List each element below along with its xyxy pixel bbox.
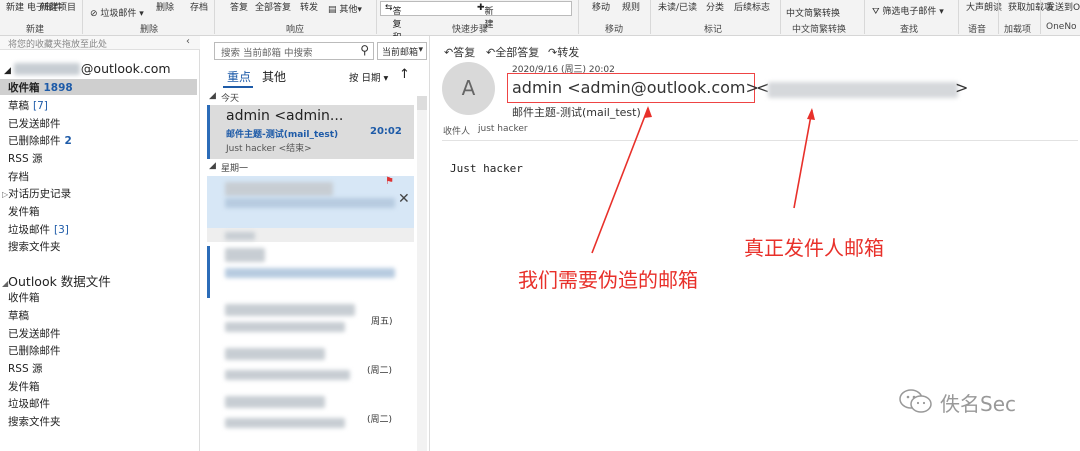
folder-rss[interactable]: RSS 源 [8, 151, 42, 166]
arrow-real-line [793, 109, 813, 209]
arrow-fake-line [591, 107, 649, 254]
chevron-down-icon: ▾ [418, 45, 423, 55]
blurred-row6-b [225, 418, 345, 428]
quick-step-reply-delete[interactable]: ⇆ 答复和删除 [385, 3, 402, 69]
delete-button[interactable]: 删除 [156, 0, 174, 13]
search-icon[interactable]: ⚲ [360, 43, 369, 57]
group-tags: 标记 [704, 25, 723, 35]
group-respond: 响应 [286, 25, 305, 35]
df-inbox[interactable]: 收件箱 [8, 290, 40, 305]
read-unread-button[interactable]: 未读/已读 [658, 0, 697, 13]
message-from[interactable]: admin <admin... [226, 108, 343, 124]
blurred-row5-b [225, 370, 350, 380]
blurred-row4-a [225, 304, 355, 316]
folder-junk[interactable]: 垃圾邮件 [3] [8, 222, 69, 237]
favorites-bar: 将您的收藏夹拖放至此处 ‹ [0, 36, 200, 50]
read-aloud-button[interactable]: 大声朗读 [966, 0, 1002, 13]
folder-drafts[interactable]: 草稿 [7] [8, 98, 48, 113]
datafile-header[interactable]: ◢Outlook 数据文件 [2, 271, 111, 290]
arrow-fake-head [644, 106, 652, 118]
more-button[interactable]: ▤ 其他▾ [328, 2, 362, 15]
blurred-row4-b [225, 322, 345, 332]
forward-button[interactable]: 转发 [300, 0, 318, 13]
message-selected-bar [207, 105, 210, 159]
archive-button[interactable]: 存档 [190, 0, 208, 13]
search-input[interactable]: 搜索 当前邮箱 中搜索 ⚲ [214, 42, 374, 60]
message-subject: 邮件主题-测试(mail_test) [226, 130, 339, 140]
group-delete: 删除 [140, 25, 159, 35]
sc-tc-convert-button[interactable]: 中文简繁转换 [786, 6, 840, 19]
search-scope-dropdown[interactable]: 当前邮箱 ▾ [377, 42, 427, 60]
group-today[interactable]: ◢ 今天 [205, 90, 430, 104]
blurred-row3-b [225, 268, 395, 278]
folder-conversation-history[interactable]: ▷对话历史记录 [2, 186, 71, 201]
onenote-button[interactable]: 发送到OneNote [1046, 0, 1080, 13]
df-rss[interactable]: RSS 源 [8, 361, 42, 376]
row6-day: (周二) [367, 415, 393, 425]
close-icon[interactable]: ✕ [398, 191, 410, 207]
blurred-subject [225, 198, 395, 208]
group-move: 移动 [605, 25, 624, 35]
quick-step-new[interactable]: ✚ 新建 [477, 3, 494, 30]
junk-button[interactable]: ⊘ 垃圾邮件 ▾ [90, 6, 144, 19]
arrow-real-head [807, 108, 815, 120]
follow-up-button[interactable]: 后续标志 [734, 0, 770, 13]
group-quick-steps: 快速步骤 [452, 25, 489, 35]
unread-bar [207, 246, 210, 298]
df-sent[interactable]: 已发送邮件 [8, 326, 61, 341]
message-time: 20:02 [370, 126, 402, 137]
group-find: 查找 [900, 25, 919, 35]
group-monday[interactable]: ◢ 星期一 [205, 160, 430, 174]
watermark-text: 佚名Sec [940, 392, 1016, 416]
folder-archive[interactable]: 存档 [8, 169, 29, 184]
group-speech: 语音 [968, 25, 987, 35]
tab-underline [223, 86, 253, 88]
df-drafts[interactable]: 草稿 [8, 308, 29, 323]
flag-icon[interactable]: ⚑ [385, 176, 394, 187]
blurred-row5-a [225, 348, 325, 360]
tab-focused[interactable]: 重点 [227, 68, 251, 85]
folder-sent[interactable]: 已发送邮件 [8, 116, 61, 131]
blurred-row6-a [225, 396, 325, 408]
df-outbox[interactable]: 发件箱 [8, 379, 40, 394]
favorites-hint: 将您的收藏夹拖放至此处 [8, 40, 108, 50]
collapse-icon[interactable]: ‹ [186, 36, 190, 47]
ribbon: 新建 电子邮件 新建项目 ⊘ 垃圾邮件 ▾ 删除 存档 答复 全部答复 转发 ▤… [0, 0, 1080, 69]
blurred-row3-a [225, 248, 265, 262]
wechat-icon [898, 388, 934, 414]
reading-pane: ↶答复 ↶全部答复 ↷转发 A 2020/9/16 (周三) 20:02 adm… [434, 36, 1080, 451]
sort-arrow-icon[interactable]: ↑ [399, 67, 410, 82]
reply-button[interactable]: 答复 [230, 0, 248, 13]
tab-other[interactable]: 其他 [262, 68, 286, 85]
account-header[interactable]: ◢ @outlook.com [4, 61, 171, 76]
df-junk[interactable]: 垃圾邮件 [8, 396, 50, 411]
move-button[interactable]: 移动 [592, 0, 610, 13]
message-list-scrollbar[interactable] [417, 96, 427, 451]
folder-pane: ◢ @outlook.com 收件箱 1898 草稿 [7] 已发送邮件 已删除邮件 2… [0, 50, 200, 451]
row4-day: 周五) [371, 317, 393, 327]
reply-all-button[interactable]: 全部答复 [255, 0, 291, 13]
group-addins: 加载项 [1004, 25, 1032, 35]
group-sc-tc: 中文简繁转换 [792, 25, 847, 35]
message-list: 搜索 当前邮箱 中搜索 ⚲ 当前邮箱 ▾ 重点 其他 按 日期 ▾ ↑ ◢ 今天 … [205, 36, 430, 451]
blurred-group [225, 232, 255, 240]
new-item-button[interactable]: 新建项目 [40, 0, 76, 13]
blurred-sender [225, 182, 333, 196]
filter-email-button[interactable]: ⛛ 筛选电子邮件 ▾ [872, 4, 944, 17]
group-new: 新建 [26, 25, 45, 35]
folder-search[interactable]: 搜索文件夹 [8, 239, 61, 254]
folder-outbox[interactable]: 发件箱 [8, 204, 40, 219]
message-preview: Just hacker <结束> [226, 144, 312, 154]
folder-deleted[interactable]: 已删除邮件 2 [8, 133, 72, 148]
folder-inbox[interactable]: 收件箱 1898 [8, 80, 73, 95]
rules-button[interactable]: 规则 [622, 0, 640, 13]
categorize-button[interactable]: 分类 [706, 0, 724, 13]
df-deleted[interactable]: 已删除邮件 [8, 343, 61, 358]
scroll-thumb[interactable] [417, 96, 427, 110]
sort-dropdown[interactable]: 按 日期 ▾ [349, 70, 388, 84]
df-search[interactable]: 搜索文件夹 [8, 414, 61, 429]
quick-steps-box[interactable]: ⇆ 答复和删除 ✚ 新建 [380, 1, 572, 69]
group-onenote: OneNo [1046, 22, 1077, 32]
row5-day: (周二) [367, 366, 393, 376]
